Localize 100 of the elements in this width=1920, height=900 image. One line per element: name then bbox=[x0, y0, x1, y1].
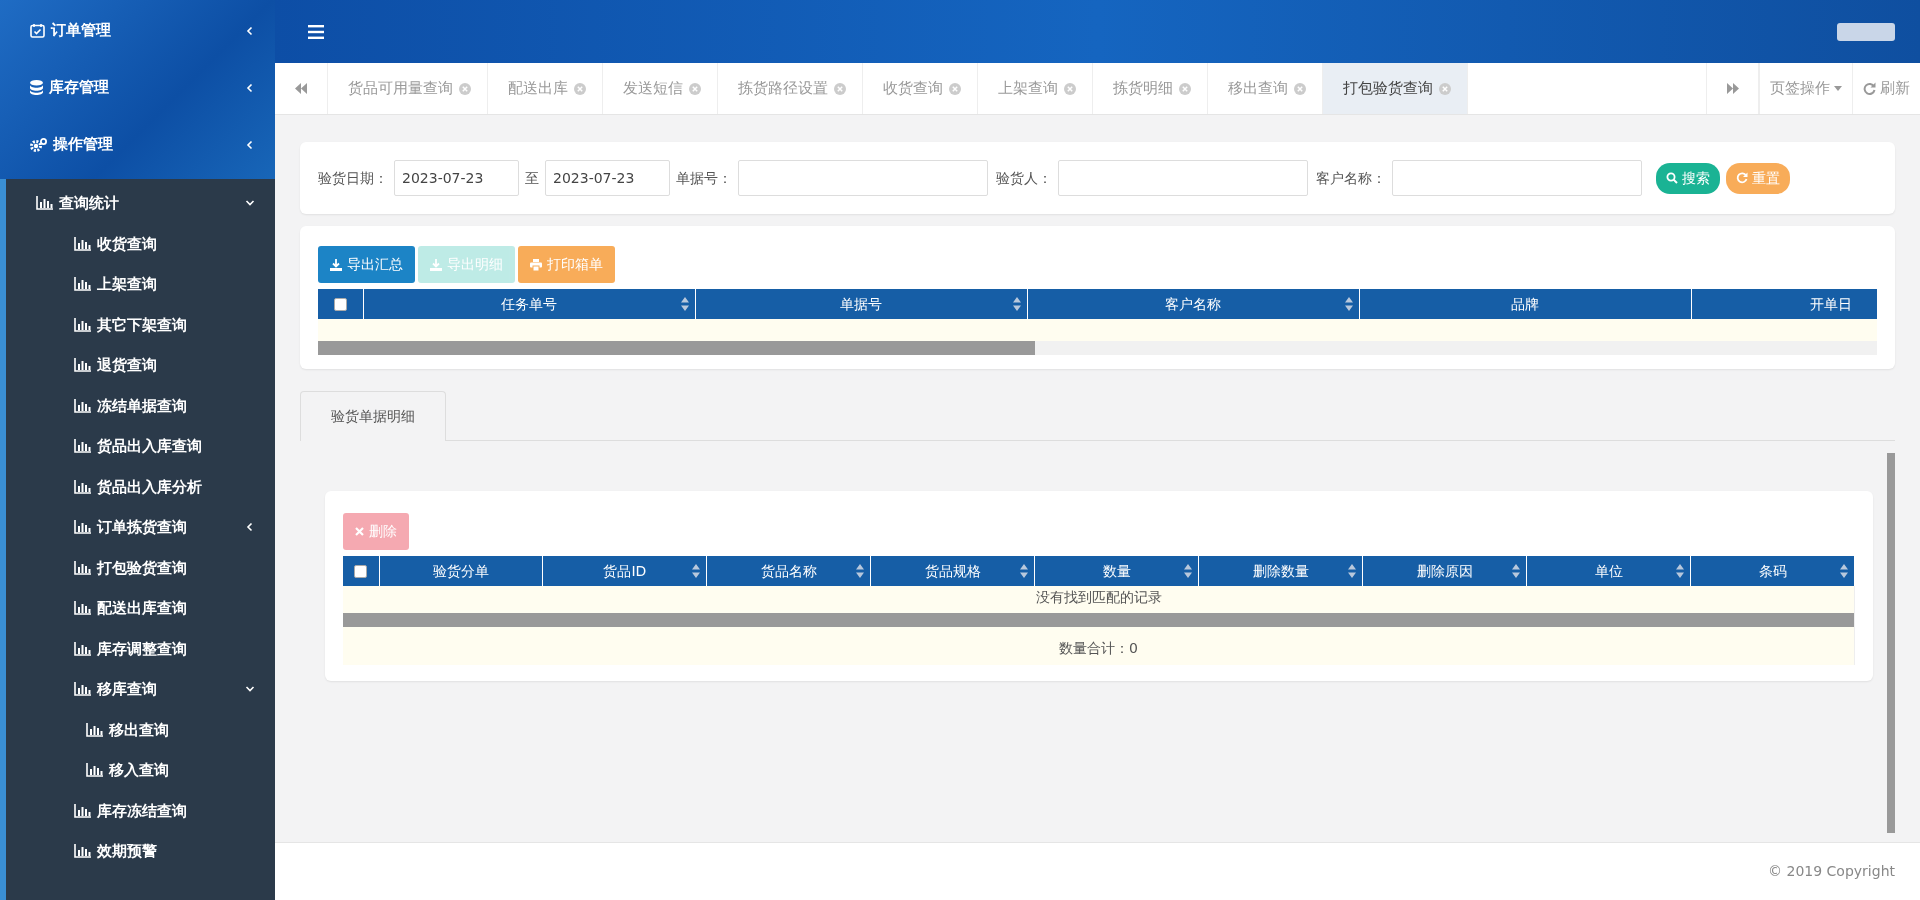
field-label: 单据号： bbox=[676, 168, 732, 188]
sidebar-item[interactable]: 上架查询 bbox=[6, 264, 275, 305]
gears-icon bbox=[30, 137, 47, 152]
field-label: 验货日期： bbox=[318, 168, 388, 188]
blurred-image-placeholder bbox=[1837, 22, 1895, 41]
close-icon[interactable] bbox=[949, 82, 961, 95]
bar-chart-icon bbox=[74, 844, 91, 859]
sidebar-item[interactable]: 打包验货查询 bbox=[6, 547, 275, 588]
bar-chart-icon bbox=[74, 641, 91, 656]
column-header[interactable]: 条码 bbox=[1690, 556, 1855, 586]
sort-icon[interactable] bbox=[680, 297, 689, 311]
sidebar-item[interactable]: 移库查询 bbox=[6, 669, 275, 710]
tab[interactable]: 打包验货查询 bbox=[1323, 63, 1468, 114]
close-icon[interactable] bbox=[1064, 82, 1076, 95]
double-left-arrow-icon bbox=[295, 83, 307, 94]
sidebar-item[interactable]: 订单拣货查询 bbox=[6, 507, 275, 548]
bar-chart-icon bbox=[74, 560, 91, 575]
column-header[interactable]: 验货分单 bbox=[379, 556, 543, 586]
printer-icon bbox=[530, 258, 542, 271]
column-header[interactable]: 删除原因 bbox=[1362, 556, 1527, 586]
calendar-check-icon bbox=[30, 23, 45, 38]
sort-icon[interactable] bbox=[1512, 564, 1521, 578]
empty-message: 没有找到匹配的记录 bbox=[343, 586, 1855, 609]
close-icon[interactable] bbox=[459, 82, 471, 95]
bar-chart-icon bbox=[86, 763, 103, 778]
sort-icon[interactable] bbox=[1676, 564, 1684, 578]
download-icon bbox=[330, 258, 342, 271]
bar-chart-icon bbox=[74, 520, 91, 535]
sort-icon[interactable] bbox=[1020, 564, 1029, 578]
column-header[interactable]: 品牌 bbox=[1359, 289, 1691, 319]
refresh-icon bbox=[1863, 82, 1876, 95]
sidebar-item[interactable]: 操作管理 bbox=[0, 116, 275, 173]
sidebar-item[interactable]: 冻结单据查询 bbox=[6, 385, 275, 426]
total-text: 数量合计：0 bbox=[343, 631, 1855, 665]
sidebar-item[interactable]: 库存调整查询 bbox=[6, 628, 275, 669]
bar-chart-icon bbox=[74, 277, 91, 292]
checkbox[interactable] bbox=[354, 565, 368, 578]
sort-icon[interactable] bbox=[692, 564, 701, 578]
sidebar-item[interactable]: 其它下架查询 bbox=[6, 304, 275, 345]
sidebar-item[interactable]: 退货查询 bbox=[6, 345, 275, 386]
sort-icon[interactable] bbox=[1184, 564, 1193, 578]
vertical-scrollbar[interactable] bbox=[1887, 453, 1895, 833]
field-label: 至 bbox=[525, 168, 539, 188]
sidebar-item[interactable]: 效期预警 bbox=[6, 831, 275, 872]
close-icon[interactable] bbox=[1294, 82, 1306, 95]
sidebar-item[interactable]: 收货查询 bbox=[6, 223, 275, 264]
checkbox[interactable] bbox=[333, 298, 347, 311]
sidebar-item[interactable]: 查询统计 bbox=[6, 183, 275, 224]
column-header[interactable]: 单据号 bbox=[695, 289, 1027, 319]
sidebar-item[interactable]: 货品出入库分析 bbox=[6, 466, 275, 507]
sidebar-item[interactable]: 库存冻结查询 bbox=[6, 790, 275, 831]
column-header[interactable]: 开单日 bbox=[1691, 289, 1877, 319]
input-field[interactable] bbox=[1392, 160, 1642, 196]
database-icon bbox=[30, 80, 43, 95]
bar-chart-icon bbox=[86, 722, 103, 737]
close-icon[interactable] bbox=[1439, 82, 1451, 95]
bar-chart-icon bbox=[74, 601, 91, 616]
bar-chart-icon bbox=[74, 479, 91, 494]
sidebar-item[interactable]: 库存管理 bbox=[0, 59, 275, 116]
column-header[interactable]: 货品名称 bbox=[706, 556, 871, 586]
sidebar-item[interactable]: 订单管理 bbox=[0, 2, 275, 59]
column-header[interactable]: 货品规格 bbox=[870, 556, 1035, 586]
input-field[interactable] bbox=[738, 160, 988, 196]
column-header[interactable]: 删除数量 bbox=[1198, 556, 1363, 586]
column-header[interactable]: 数量 bbox=[1034, 556, 1199, 586]
horizontal-scrollbar[interactable] bbox=[318, 341, 1877, 355]
sort-icon[interactable] bbox=[1012, 297, 1021, 311]
column-header[interactable]: 客户名称 bbox=[1027, 289, 1359, 319]
tab[interactable]: 验货单据明细 bbox=[300, 391, 446, 441]
close-icon[interactable] bbox=[1179, 82, 1191, 95]
sidebar-item[interactable]: 货品出入库查询 bbox=[6, 426, 275, 467]
horizontal-scrollbar[interactable] bbox=[343, 613, 1854, 627]
bar-chart-icon bbox=[74, 682, 91, 697]
sort-icon[interactable] bbox=[1344, 297, 1353, 311]
sidebar-item[interactable]: 移入查询 bbox=[6, 750, 275, 791]
bar-chart-icon bbox=[74, 803, 91, 818]
sidebar-item[interactable]: 配送出库查询 bbox=[6, 588, 275, 629]
download-icon bbox=[430, 258, 442, 271]
copyright-text: © 2019 Copyright bbox=[1768, 862, 1895, 881]
bar-chart-icon bbox=[74, 317, 91, 332]
export-button[interactable]: 导出汇总 bbox=[318, 246, 415, 283]
column-header[interactable]: 货品ID bbox=[542, 556, 707, 586]
sort-icon[interactable] bbox=[1348, 564, 1357, 578]
sidebar-item[interactable]: 移出查询 bbox=[6, 709, 275, 750]
menu-icon[interactable] bbox=[308, 24, 324, 39]
close-icon[interactable] bbox=[834, 82, 846, 95]
field-label: 验货人： bbox=[996, 168, 1052, 188]
sort-icon[interactable] bbox=[856, 564, 865, 578]
scroll-right-button[interactable] bbox=[1706, 63, 1759, 114]
field-label: 客户名称： bbox=[1316, 168, 1386, 188]
column-header[interactable]: 单位 bbox=[1526, 556, 1691, 586]
refresh-icon bbox=[1736, 172, 1748, 184]
bar-chart-icon bbox=[74, 358, 91, 373]
date-field[interactable]: 2023-07-23 bbox=[545, 160, 670, 196]
close-icon[interactable] bbox=[689, 82, 701, 95]
input-field[interactable] bbox=[1058, 160, 1308, 196]
column-header[interactable]: 任务单号 bbox=[363, 289, 695, 319]
sort-icon[interactable] bbox=[1840, 564, 1848, 578]
date-field[interactable]: 2023-07-23 bbox=[394, 160, 519, 196]
close-icon[interactable] bbox=[574, 82, 586, 95]
